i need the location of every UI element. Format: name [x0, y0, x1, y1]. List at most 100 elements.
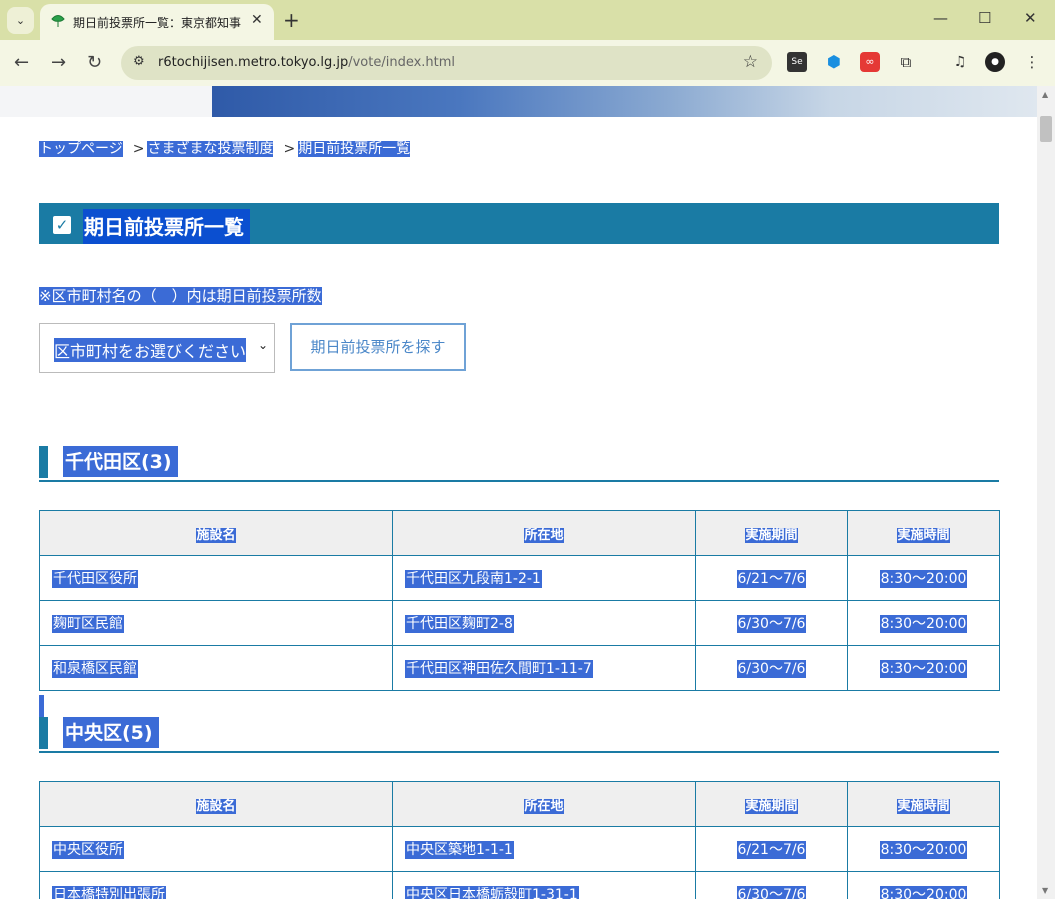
url-host: r6tochijisen.metro.tokyo.lg.jp — [158, 55, 349, 70]
page-viewport: トップページ > さまざまな投票制度 > 期日前投票所一覧 ✓ 期日前投票所一覧 ※区市… — [0, 86, 1037, 899]
header-text: 実施期間 — [745, 798, 798, 814]
hours-cell: 8:30～20:00 — [847, 826, 1000, 872]
table-row: 麹町区民館 千代田区麹町2-8 6/30～7/6 8:30～20:00 — [39, 600, 1000, 646]
facility-name: 日本橋特別出張所 — [52, 886, 166, 899]
header-text: 所在地 — [524, 527, 564, 543]
banner-image — [212, 86, 1037, 117]
header-text: 所在地 — [524, 798, 564, 814]
period: 6/21～7/6 — [736, 841, 807, 859]
facility-name: 和泉橋区民館 — [52, 660, 138, 678]
maximize-icon[interactable]: ☐ — [978, 9, 991, 27]
table-header-row: 施設名 所在地 実施期間 実施時間 — [39, 510, 1000, 556]
address-cell: 千代田区麹町2-8 — [392, 600, 696, 646]
facility-name: 麹町区民館 — [52, 615, 124, 633]
scroll-up-arrow-icon[interactable]: ▲ — [1042, 90, 1048, 99]
scroll-down-arrow-icon[interactable]: ▼ — [1042, 886, 1048, 895]
facility-cell: 麹町区民館 — [39, 600, 393, 646]
facility-cell: 千代田区役所 — [39, 555, 393, 601]
facility-cell: 和泉橋区民館 — [39, 645, 393, 691]
header-text: 実施時間 — [897, 527, 950, 543]
breadcrumb: トップページ > さまざまな投票制度 > 期日前投票所一覧 — [39, 138, 411, 158]
tab-title: 期日前投票所一覧：東京都知事 — [73, 16, 242, 30]
period-cell: 6/30～7/6 — [695, 871, 848, 899]
back-arrow-icon[interactable]: ← — [14, 52, 29, 73]
window-close-icon[interactable]: ✕ — [1024, 9, 1037, 27]
table-header-row: 施設名 所在地 実施期間 実施時間 — [39, 781, 1000, 827]
header-hours: 実施時間 — [847, 510, 1000, 556]
header-hours: 実施時間 — [847, 781, 1000, 827]
address-cell: 千代田区九段南1-2-1 — [392, 555, 696, 601]
scroll-thumb[interactable] — [1040, 116, 1052, 142]
blue-hexagon-extension-icon[interactable]: ⬢ — [824, 52, 844, 72]
site-info-tune-icon[interactable]: ⚙ — [133, 54, 145, 69]
url-path: /vote/index.html — [348, 55, 456, 70]
new-tab-plus-icon[interactable]: + — [283, 8, 300, 32]
browser-toolbar: ← → ↻ ⚙ r6tochijisen.metro.tokyo.lg.jp/v… — [0, 40, 1055, 86]
header-text: 施設名 — [196, 527, 236, 543]
hours-cell: 8:30～20:00 — [847, 600, 1000, 646]
hours-cell: 8:30～20:00 — [847, 645, 1000, 691]
tab-close-icon[interactable]: ✕ — [251, 12, 263, 28]
period: 6/30～7/6 — [736, 660, 807, 678]
count-note: ※区市町村名の（ ）内は期日前投票所数 — [39, 285, 322, 306]
address-cell: 中央区築地1-1-1 — [392, 826, 696, 872]
period-cell: 6/30～7/6 — [695, 645, 848, 691]
period-cell: 6/21～7/6 — [695, 555, 848, 601]
browser-menu-kebab-icon[interactable]: ⋮ — [1022, 52, 1042, 72]
page-title-bar: ✓ 期日前投票所一覧 — [39, 203, 999, 244]
selenium-extension-icon[interactable]: Se — [787, 52, 807, 72]
address-cell: 中央区日本橋蛎殻町1-31-1 — [392, 871, 696, 899]
hours-cell: 8:30～20:00 — [847, 555, 1000, 601]
browser-tab[interactable]: 期日前投票所一覧：東京都知事 ✕ — [40, 4, 274, 40]
facility-name: 中央区役所 — [52, 841, 124, 859]
section-heading-chiyoda: 千代田区(3) — [39, 446, 999, 482]
hours: 8:30～20:00 — [879, 660, 968, 678]
site-banner — [0, 86, 1037, 117]
forward-arrow-icon[interactable]: → — [51, 52, 66, 73]
breadcrumb-separator: > — [132, 141, 145, 157]
header-address: 所在地 — [392, 510, 696, 556]
extensions-puzzle-icon[interactable]: ⧉ — [896, 52, 916, 72]
tab-search-chevron-icon[interactable]: ⌄ — [7, 7, 34, 34]
hours: 8:30～20:00 — [879, 886, 968, 899]
red-infinity-extension-icon[interactable]: ∞ — [860, 52, 880, 72]
municipality-select[interactable]: 区市町村をお選びください ⌄ — [39, 323, 275, 373]
hours: 8:30～20:00 — [879, 841, 968, 859]
bookmark-star-icon[interactable]: ☆ — [743, 52, 758, 72]
chevron-down-icon: ⌄ — [257, 338, 268, 352]
period-cell: 6/21～7/6 — [695, 826, 848, 872]
page-title: 期日前投票所一覧 — [83, 209, 250, 244]
section-title: 千代田区(3) — [63, 446, 178, 477]
profile-avatar[interactable]: ● — [985, 52, 1005, 72]
period: 6/30～7/6 — [736, 886, 807, 899]
count-note-text: ※区市町村名の（ ）内は期日前投票所数 — [39, 287, 322, 305]
facility-cell: 中央区役所 — [39, 826, 393, 872]
minimize-icon[interactable]: — — [933, 9, 948, 27]
header-text: 実施時間 — [897, 798, 950, 814]
breadcrumb-link-systems[interactable]: さまざまな投票制度 — [147, 141, 274, 157]
polling-table-chuo: 施設名 所在地 実施期間 実施時間 中央区役所 中央区築地1-1-1 6/21～… — [39, 781, 1000, 899]
section-title: 中央区(5) — [63, 717, 159, 748]
hours-cell: 8:30～20:00 — [847, 871, 1000, 899]
breadcrumb-current: 期日前投票所一覧 — [298, 141, 411, 157]
header-text: 実施期間 — [745, 527, 798, 543]
page-scrollbar[interactable]: ▲ ▼ — [1037, 86, 1055, 899]
facility-name: 千代田区役所 — [52, 570, 138, 588]
selection-highlight-strip — [39, 695, 44, 717]
section-heading-chuo: 中央区(5) — [39, 717, 999, 753]
hours: 8:30～20:00 — [879, 570, 968, 588]
breadcrumb-separator: > — [283, 141, 296, 157]
address-bar[interactable]: ⚙ r6tochijisen.metro.tokyo.lg.jp/vote/in… — [121, 46, 772, 80]
url-text[interactable]: r6tochijisen.metro.tokyo.lg.jp/vote/inde… — [158, 55, 455, 70]
media-queue-icon[interactable]: ♫ — [950, 52, 970, 72]
search-polling-place-button[interactable]: 期日前投票所を探す — [290, 323, 466, 371]
table-row: 和泉橋区民館 千代田区神田佐久間町1-11-7 6/30～7/6 8:30～20… — [39, 645, 1000, 691]
header-period: 実施期間 — [695, 781, 848, 827]
hours: 8:30～20:00 — [879, 615, 968, 633]
table-row: 日本橋特別出張所 中央区日本橋蛎殻町1-31-1 6/30～7/6 8:30～2… — [39, 871, 1000, 899]
reload-icon[interactable]: ↻ — [87, 52, 102, 73]
period: 6/21～7/6 — [736, 570, 807, 588]
breadcrumb-link-top[interactable]: トップページ — [39, 141, 123, 157]
table-row: 千代田区役所 千代田区九段南1-2-1 6/21～7/6 8:30～20:00 — [39, 555, 1000, 601]
period-cell: 6/30～7/6 — [695, 600, 848, 646]
